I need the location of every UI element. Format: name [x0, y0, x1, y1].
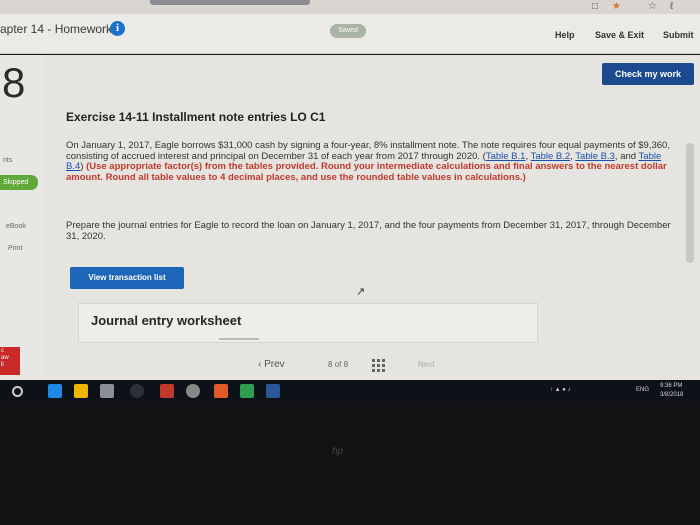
- info-icon[interactable]: i: [110, 21, 125, 36]
- submit-button[interactable]: Submit: [663, 30, 694, 40]
- ebook-link[interactable]: eBook: [6, 223, 26, 230]
- next-button[interactable]: Next: [418, 360, 434, 369]
- windows-taskbar: ↑ ▲ ● ♪ ENG 9:36 PM 3/8/2018: [0, 380, 700, 402]
- question-grid-icon[interactable]: [372, 359, 385, 372]
- favorite-star-icon[interactable]: ★: [612, 1, 621, 13]
- problem-statement: On January 1, 2017, Eagle borrows $31,00…: [66, 140, 670, 183]
- language-indicator[interactable]: ENG: [636, 387, 649, 393]
- laptop-bezel: [0, 402, 700, 525]
- address-bar[interactable]: [150, 0, 310, 5]
- page-count: 8 of 8: [328, 360, 349, 369]
- worksheet-title: Journal entry worksheet: [91, 313, 242, 328]
- reading-view-icon[interactable]: □: [592, 1, 598, 13]
- assignment-header: apter 14 - Homework i Saved Help Save & …: [0, 14, 700, 54]
- scrollbar[interactable]: [686, 143, 694, 263]
- cortana-icon[interactable]: [12, 386, 23, 397]
- mouse-cursor-icon: ↗: [356, 286, 366, 298]
- print-link[interactable]: Print: [8, 245, 22, 252]
- edge-icon[interactable]: [48, 384, 62, 398]
- points-label: nts: [3, 157, 13, 164]
- browser-toolbar: □ ★ ☆ ℓ: [0, 0, 700, 14]
- chrome-icon[interactable]: [186, 384, 200, 398]
- question-number: 8: [2, 59, 26, 106]
- assignment-title: apter 14 - Homework: [0, 22, 113, 36]
- favorites-hub-icon[interactable]: ☆: [648, 1, 657, 13]
- file-explorer-icon[interactable]: [74, 384, 88, 398]
- clock-time[interactable]: 9:36 PM: [660, 383, 682, 389]
- checkmark-icon[interactable]: [240, 384, 254, 398]
- task-instruction: Prepare the journal entries for Eagle to…: [66, 220, 671, 242]
- table-b3-link[interactable]: Table B.3: [575, 151, 615, 162]
- prev-button[interactable]: ‹ Prev: [258, 359, 285, 370]
- word-icon[interactable]: [266, 384, 280, 398]
- check-my-work-button[interactable]: Check my work: [602, 63, 694, 85]
- skipped-badge: Skipped: [0, 175, 38, 190]
- media-icon[interactable]: [214, 384, 228, 398]
- saved-status: Saved: [330, 24, 366, 38]
- exercise-title: Exercise 14-11 Installment note entries …: [66, 110, 326, 124]
- store-icon[interactable]: [100, 384, 114, 398]
- journal-entry-worksheet: Journal entry worksheet: [78, 303, 538, 343]
- view-transaction-list-button[interactable]: View transaction list: [70, 267, 184, 289]
- question-sidebar: 8 nts eBook Print: [0, 55, 44, 380]
- worksheet-divider: [219, 338, 259, 340]
- question-page: 8 nts eBook Print Skipped c aw ll Check my…: [0, 55, 700, 380]
- table-b2-link[interactable]: Table B.2: [531, 151, 571, 162]
- laptop-logo: hp: [332, 446, 344, 457]
- clock-date[interactable]: 3/8/2018: [660, 392, 683, 398]
- table-b1-link[interactable]: Table B.1: [486, 151, 526, 162]
- save-exit-button[interactable]: Save & Exit: [595, 30, 644, 40]
- system-tray-icons[interactable]: ↑ ▲ ● ♪: [550, 387, 571, 393]
- help-button[interactable]: Help: [555, 30, 575, 40]
- rounding-instructions: (Use appropriate factor(s) from the tabl…: [66, 161, 667, 183]
- pen-icon[interactable]: ℓ: [670, 1, 673, 13]
- question-pager: ‹ Prev 8 of 8 Next: [0, 355, 700, 377]
- hp-icon[interactable]: [130, 384, 144, 398]
- app-icon[interactable]: [160, 384, 174, 398]
- prev-label: Prev: [264, 359, 285, 370]
